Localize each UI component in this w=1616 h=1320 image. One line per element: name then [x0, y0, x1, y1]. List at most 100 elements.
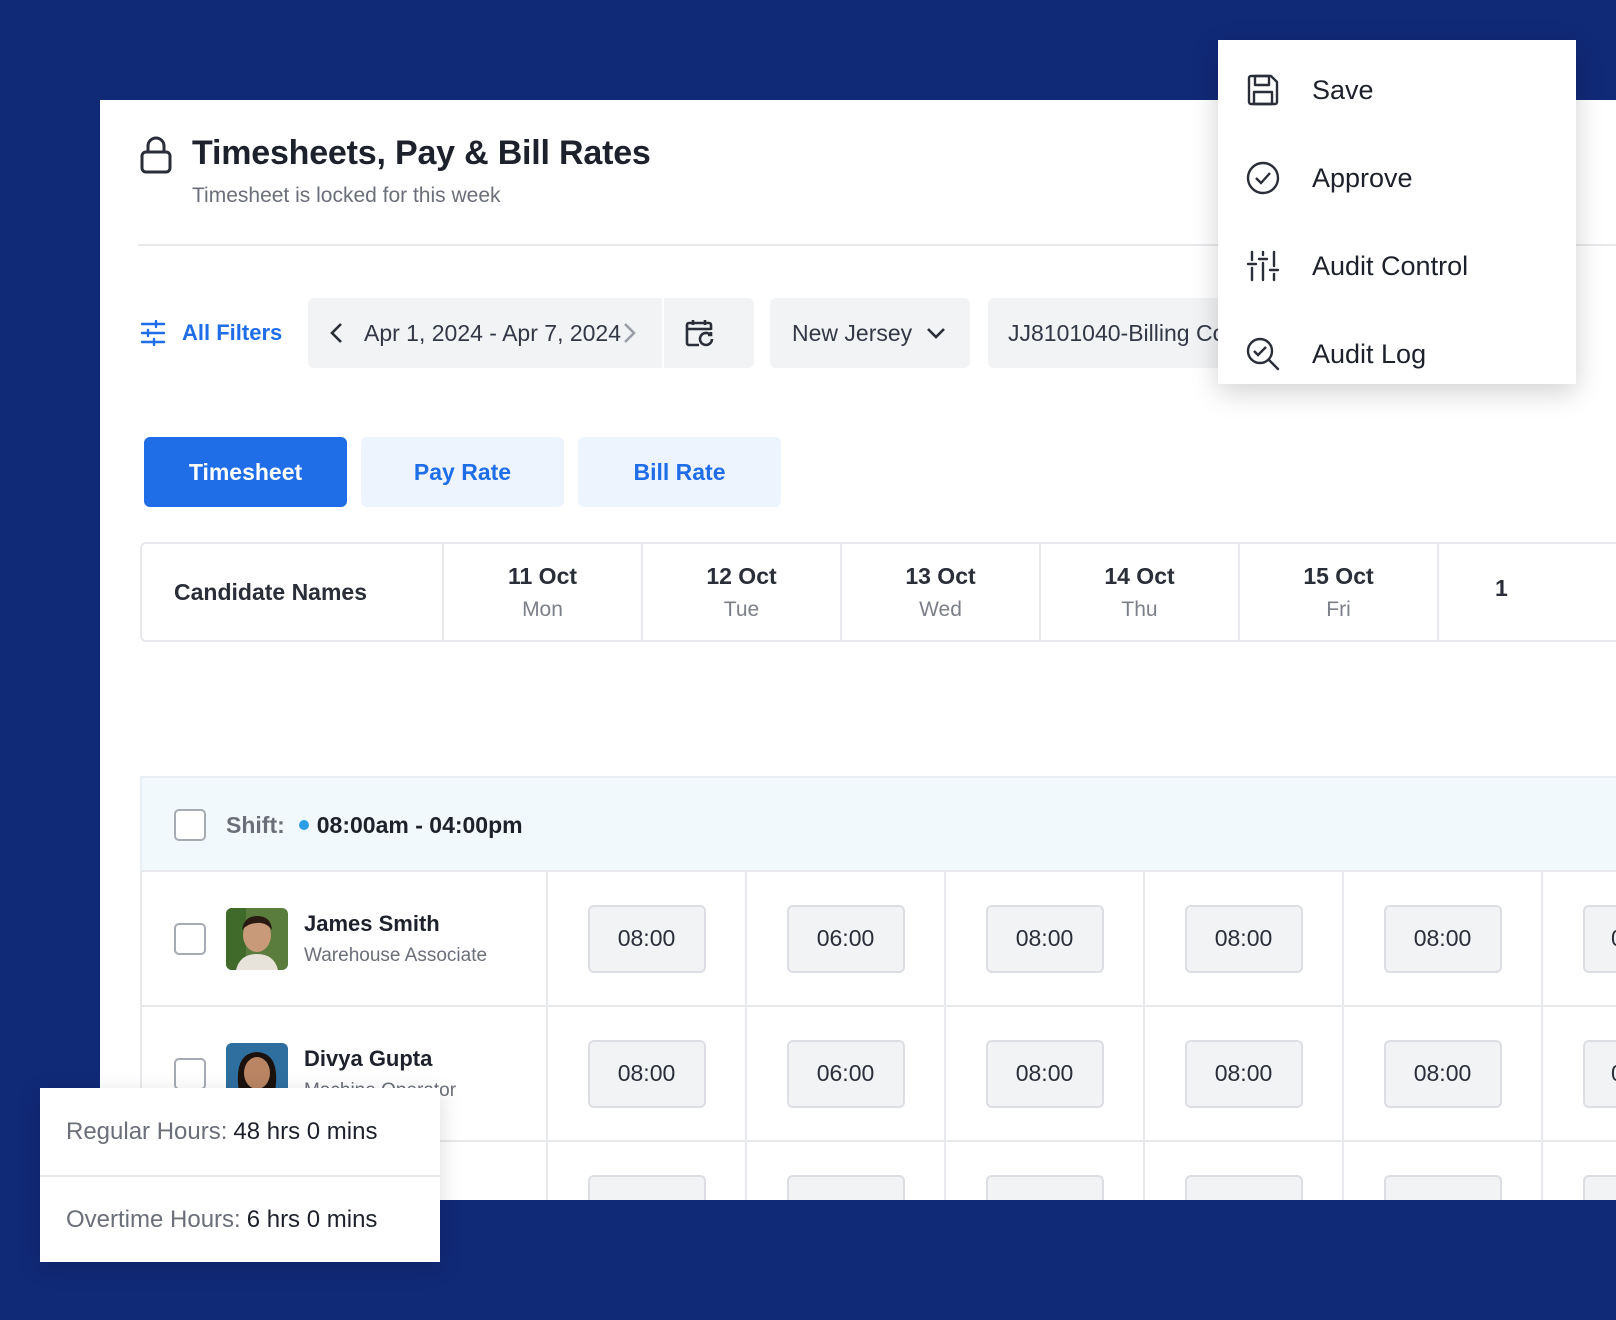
menu-item-audit-log[interactable]: Audit Log — [1218, 310, 1576, 398]
chevron-down-icon — [927, 328, 946, 339]
hours-input[interactable]: 08:00 — [587, 1039, 706, 1108]
chevron-right-icon — [624, 323, 636, 343]
hours-input[interactable]: 06:00 — [786, 1174, 905, 1200]
avatar-photo-icon — [226, 907, 288, 970]
filter-sliders-icon — [140, 320, 166, 346]
state-dropdown[interactable]: New Jersey — [770, 298, 970, 368]
hours-input[interactable]: 08:00 — [1383, 1174, 1502, 1200]
day-date: 12 Oct — [706, 562, 777, 589]
hours-input[interactable]: 08:00 — [587, 904, 706, 973]
day-date: 11 Oct — [507, 562, 578, 589]
menu-item-label: Approve — [1312, 162, 1413, 193]
menu-item-approve[interactable]: Approve — [1218, 134, 1576, 222]
hours-cell: 08:00 — [548, 1007, 747, 1140]
shift-time: 08:00am - 04:00pm — [316, 811, 523, 838]
day-header: 15 Oct Fri — [1240, 544, 1439, 640]
day-header: 14 Oct Thu — [1041, 544, 1240, 640]
shift-group-row: Shift: 08:00am - 04:00pm — [140, 776, 1616, 872]
shift-status-dot — [298, 820, 309, 830]
hours-input[interactable]: 06:00 — [786, 1039, 905, 1108]
overtime-hours-line: Overtime Hours: 6 hrs 0 mins — [40, 1175, 440, 1262]
hours-cell: 06:00 — [747, 1142, 946, 1200]
hours-summary-panel: Regular Hours: 48 hrs 0 mins Overtime Ho… — [40, 1088, 440, 1262]
day-weekday: Fri — [1326, 597, 1351, 621]
hours-cell: 08:00 — [548, 872, 747, 1005]
lock-icon — [140, 136, 172, 174]
hours-cell: 08:00 — [946, 1142, 1145, 1200]
table-row: James Smith Warehouse Associate 08:00 06… — [140, 870, 1616, 1007]
page-title: Timesheets, Pay & Bill Rates — [192, 134, 651, 172]
day-weekday: Wed — [919, 597, 962, 621]
hours-cell: 06:00 — [747, 1007, 946, 1140]
day-header: 11 Oct Mon — [444, 544, 643, 640]
hours-input[interactable]: 08:00 — [1383, 904, 1502, 973]
state-value: New Jersey — [792, 319, 913, 346]
hours-input[interactable]: 08:00 — [1184, 1174, 1303, 1200]
hours-cell: 0 — [1543, 1142, 1616, 1200]
prev-week-button[interactable] — [308, 298, 364, 368]
day-date: 1 — [1495, 574, 1508, 601]
check-circle-icon — [1246, 161, 1280, 195]
day-header: 12 Oct Tue — [643, 544, 842, 640]
candidate-names-header: Candidate Names — [142, 544, 444, 640]
candidate-name: James Smith — [304, 910, 440, 936]
all-filters-label: All Filters — [182, 320, 283, 345]
hours-cell: 08:00 — [946, 872, 1145, 1005]
search-check-icon — [1246, 337, 1280, 371]
rate-tabs: Timesheet Pay Rate Bill Rate — [144, 437, 781, 507]
hours-input[interactable]: 06:00 — [786, 904, 905, 973]
hours-cell: 0 — [1543, 1007, 1616, 1140]
avatar — [226, 907, 288, 970]
menu-item-audit-control[interactable]: Audit Control — [1218, 222, 1576, 310]
chevron-left-icon — [330, 323, 342, 343]
overtime-hours-label: Overtime Hours: — [66, 1205, 241, 1233]
shift-label: Shift: — [226, 811, 285, 838]
regular-hours-line: Regular Hours: 48 hrs 0 mins — [40, 1088, 440, 1175]
menu-item-save[interactable]: Save — [1218, 46, 1576, 134]
next-week-button[interactable] — [620, 298, 640, 368]
hours-cell: 08:00 — [1145, 1007, 1344, 1140]
date-range-text: Apr 1, 2024 - Apr 7, 2024 — [364, 319, 622, 346]
hours-cell: 08:00 — [1344, 1007, 1543, 1140]
sliders-icon — [1246, 250, 1280, 282]
all-filters-button[interactable]: All Filters — [140, 298, 282, 368]
calendar-button[interactable] — [664, 298, 736, 368]
hours-cell: 08:00 — [1344, 1142, 1543, 1200]
candidate-checkbox[interactable] — [174, 922, 206, 955]
menu-item-label: Save — [1312, 74, 1374, 105]
hours-input[interactable]: 08:00 — [587, 1174, 706, 1200]
hours-input[interactable]: 08:00 — [985, 904, 1104, 973]
regular-hours-value: 48 hrs 0 mins — [233, 1117, 378, 1145]
hours-input[interactable]: 0 — [1583, 904, 1616, 973]
tab-timesheet[interactable]: Timesheet — [144, 437, 347, 507]
hours-input[interactable]: 08:00 — [985, 1039, 1104, 1108]
hours-input[interactable]: 08:00 — [985, 1174, 1104, 1200]
save-icon — [1247, 74, 1279, 106]
day-header: 1 — [1439, 544, 1616, 640]
day-weekday: Tue — [723, 597, 760, 621]
regular-hours-label: Regular Hours: — [66, 1117, 228, 1145]
actions-menu: Save Approve Audit Control Audit Log — [1218, 40, 1576, 384]
candidate-checkbox[interactable] — [174, 1057, 206, 1090]
overtime-hours-value: 6 hrs 0 mins — [246, 1205, 378, 1233]
candidate-cell: James Smith Warehouse Associate — [142, 872, 548, 1005]
calendar-refresh-icon — [685, 320, 714, 347]
menu-item-label: Audit Control — [1312, 250, 1469, 281]
day-weekday: Mon — [522, 597, 563, 621]
tab-pay-rate[interactable]: Pay Rate — [361, 437, 564, 507]
hours-input[interactable]: 08:00 — [1184, 904, 1303, 973]
hours-cell: 0 — [1543, 872, 1616, 1005]
shift-select-checkbox[interactable] — [174, 809, 206, 841]
tab-bill-rate[interactable]: Bill Rate — [578, 437, 781, 507]
hours-cell: 08:00 — [1344, 872, 1543, 1005]
hours-cell: 08:00 — [548, 1142, 747, 1200]
hours-input[interactable]: 08:00 — [1184, 1039, 1303, 1108]
hours-cell: 06:00 — [747, 872, 946, 1005]
day-date: 14 Oct — [1104, 562, 1175, 589]
hours-cell: 08:00 — [946, 1007, 1145, 1140]
hours-input[interactable]: 08:00 — [1383, 1039, 1502, 1108]
hours-input[interactable]: 0 — [1583, 1174, 1616, 1200]
menu-item-label: Audit Log — [1312, 338, 1427, 369]
hours-input[interactable]: 0 — [1583, 1039, 1616, 1108]
hours-cell: 08:00 — [1145, 872, 1344, 1005]
